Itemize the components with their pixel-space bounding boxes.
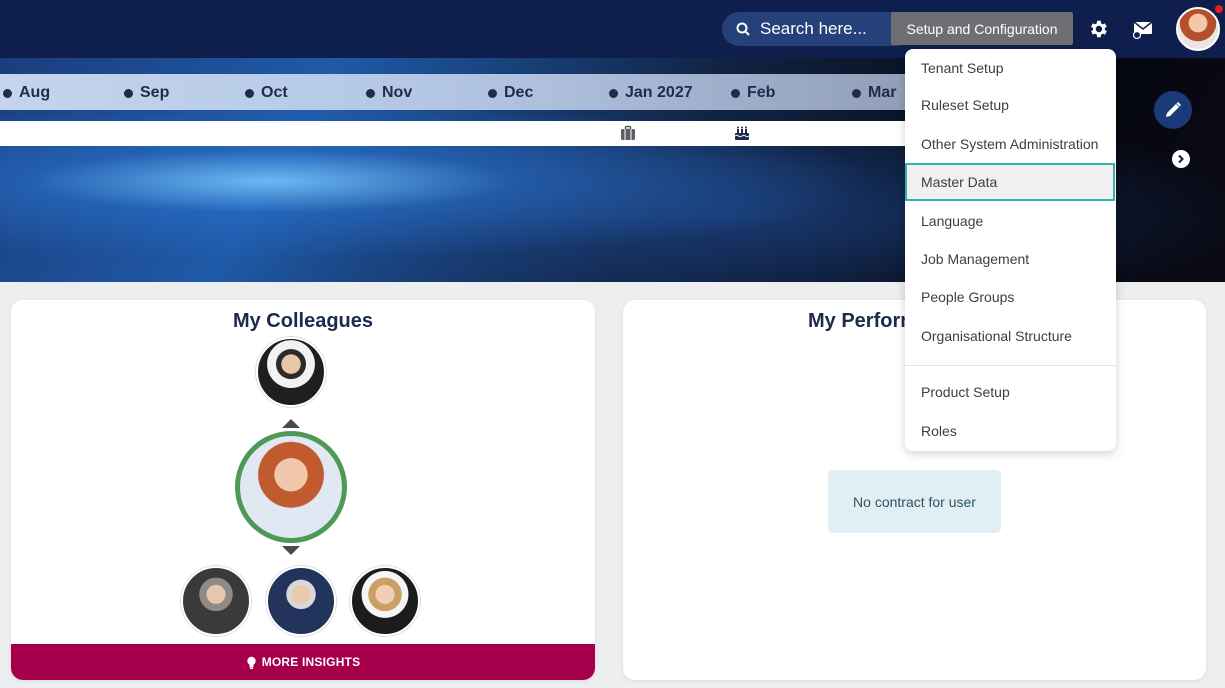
search-input[interactable]	[760, 19, 880, 39]
briefcase-icon[interactable]	[620, 125, 636, 141]
chevron-right-icon	[1178, 154, 1184, 164]
menu-item-other-system-administration[interactable]: Other System Administration	[905, 125, 1116, 163]
performance-title: My Perform	[808, 310, 919, 332]
menu-item-organisational-structure[interactable]: Organisational Structure	[905, 317, 1116, 355]
colleagues-card: My Colleagues MORE INSIGHTS	[11, 300, 595, 680]
timeline-month[interactable]: Oct	[245, 84, 288, 102]
timeline-bar: Aug Sep Oct Nov Dec Jan 2027 Feb Mar	[0, 74, 905, 110]
user-avatar[interactable]	[1176, 7, 1220, 51]
timeline-month[interactable]: Nov	[366, 84, 412, 102]
menu-item-tenant-setup[interactable]: Tenant Setup	[905, 49, 1116, 87]
gear-icon[interactable]	[1087, 18, 1109, 40]
menu-item-job-management[interactable]: Job Management	[905, 240, 1116, 278]
menu-item-roles[interactable]: Roles	[905, 412, 1116, 450]
menu-item-master-data[interactable]: Master Data	[905, 163, 1115, 201]
mail-icon[interactable]	[1131, 18, 1155, 40]
edit-button[interactable]	[1154, 91, 1192, 129]
colleague-avatar[interactable]	[350, 566, 420, 636]
menu-item-people-groups[interactable]: People Groups	[905, 278, 1116, 316]
lightbulb-icon	[246, 656, 256, 669]
menu-divider	[905, 365, 1116, 366]
setup-dropdown-menu: Tenant Setup Ruleset Setup Other System …	[905, 49, 1116, 451]
menu-item-ruleset-setup[interactable]: Ruleset Setup	[905, 86, 1116, 124]
manager-avatar[interactable]	[256, 337, 326, 407]
pencil-icon	[1166, 102, 1181, 117]
timeline-month[interactable]: Aug	[3, 84, 50, 102]
notification-dot	[1215, 5, 1223, 13]
colleague-avatar[interactable]	[181, 566, 251, 636]
search-icon	[736, 22, 750, 36]
timeline-month[interactable]: Mar	[852, 84, 896, 102]
caret-up-icon[interactable]	[282, 419, 300, 428]
more-insights-button[interactable]: MORE INSIGHTS	[11, 644, 595, 680]
setup-tooltip: Setup and Configuration	[891, 12, 1073, 45]
timeline-month[interactable]: Feb	[731, 84, 775, 102]
more-insights-label: MORE INSIGHTS	[261, 655, 361, 669]
menu-item-language[interactable]: Language	[905, 202, 1116, 240]
no-contract-message: No contract for user	[828, 470, 1001, 533]
next-button[interactable]	[1172, 150, 1190, 168]
colleague-avatar[interactable]	[266, 566, 336, 636]
timeline-month[interactable]: Sep	[124, 84, 169, 102]
cake-icon[interactable]	[734, 125, 750, 141]
timeline-month[interactable]: Jan 2027	[609, 84, 693, 102]
colleagues-title: My Colleagues	[232, 310, 374, 332]
caret-down-icon[interactable]	[282, 546, 300, 555]
current-user-avatar[interactable]	[235, 431, 347, 543]
search-box[interactable]	[722, 12, 912, 46]
timeline-month[interactable]: Dec	[488, 84, 533, 102]
menu-item-product-setup[interactable]: Product Setup	[905, 373, 1116, 411]
timeline-events-strip	[0, 121, 905, 146]
